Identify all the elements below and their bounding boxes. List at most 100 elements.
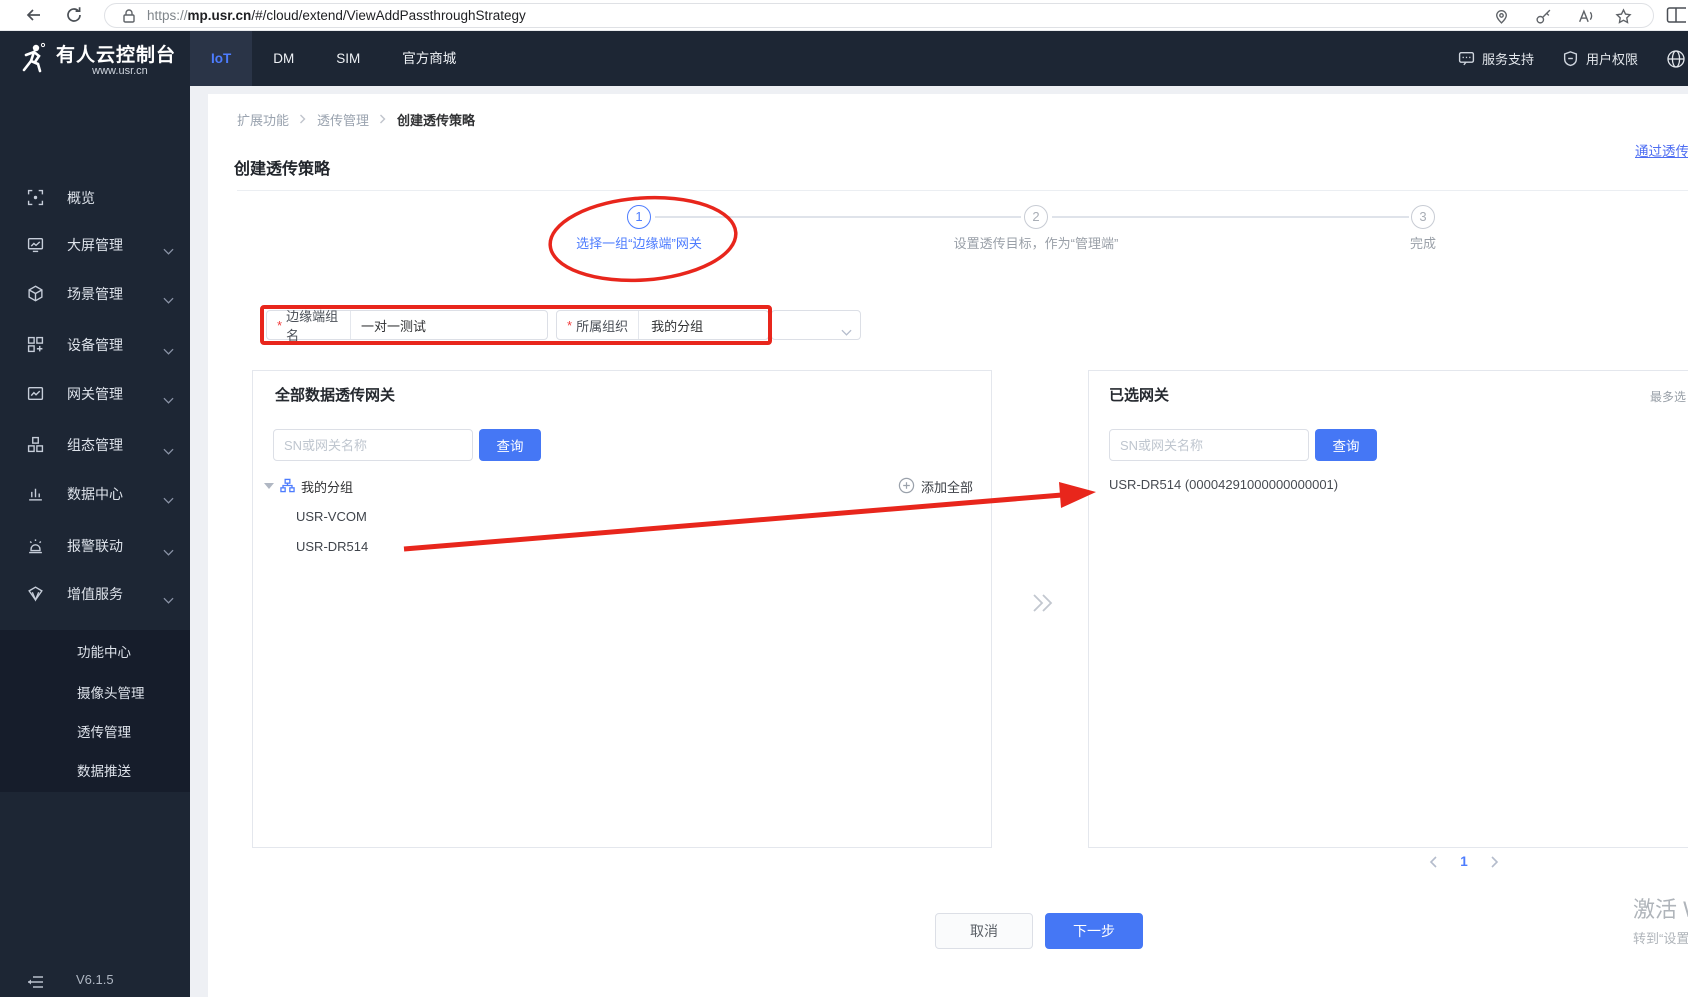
sidebar-item-label: 组态管理 [67,437,123,453]
passthrough-help-link[interactable]: 通过透传 [1635,140,1688,160]
collapse-sidebar-icon[interactable] [26,974,44,990]
user-permissions-label: 用户权限 [1585,52,1638,67]
cancel-button[interactable]: 取消 [935,913,1033,949]
step-2-indicator: 2 [1024,205,1048,229]
next-step-button[interactable]: 下一步 [1045,913,1143,949]
gateway-icon [27,385,44,402]
url-text: https://mp.usr.cn/#/cloud/extend/ViewAdd… [147,8,526,23]
step-3-label: 完成 [1409,236,1436,251]
chat-icon [1458,51,1475,66]
sidebar-item-scene-mgmt[interactable]: 场景管理 [0,274,190,314]
chevron-down-icon [163,442,174,455]
search-button[interactable]: 查询 [479,429,541,461]
next-page-icon[interactable] [1484,851,1506,873]
gateway-item-usr-vcom[interactable]: USR-VCOM [296,509,367,531]
gateway-group-row[interactable]: 我的分组 [253,474,991,498]
selection-limit-hint: 最多选 [1650,390,1687,404]
sidebar-item-label: 数据中心 [67,486,123,502]
organization-tree-icon [280,478,295,493]
favorite-star-icon[interactable] [1615,8,1632,25]
edge-group-name-label: 边缘端组名 [286,309,339,343]
chevron-down-icon [163,391,174,404]
breadcrumb-create-strategy: 创建透传策略 [397,112,476,128]
gateway-item-usr-dr514[interactable]: USR-DR514 [296,539,368,561]
lock-icon [121,8,137,24]
header-right: 服务支持 用户权限 [1458,31,1688,86]
configuration-icon [27,436,44,453]
screen-icon [27,236,44,253]
app-header: 有人云控制台 www.usr.cn IoT DM SIM 官方商城 服务支持 用… [0,31,1688,86]
extra-filter-select[interactable] [771,310,861,340]
organization-field: * 所属组织 我的分组 [556,310,769,340]
selected-gateways-panel: 已选网关 最多选 查询 USR-DR514 (00004291000000000… [1088,370,1688,848]
sidebar-item-screen-mgmt[interactable]: 大屏管理 [0,225,190,265]
chevron-down-icon [163,291,174,304]
tree-caret-icon[interactable] [264,483,274,489]
sidebar-item-device-mgmt[interactable]: 设备管理 [0,325,190,365]
nav-tab-sim[interactable]: SIM [315,31,381,86]
sidebar-item-label: 概览 [67,190,95,206]
sidebar-item-gateway-mgmt[interactable]: 网关管理 [0,374,190,414]
transfer-right-icon[interactable] [1030,592,1054,614]
chevron-down-icon [163,342,174,355]
breadcrumb-extended-functions[interactable]: 扩展功能 [237,110,289,129]
prev-page-icon[interactable] [1422,851,1444,873]
location-pin-icon[interactable] [1493,8,1510,25]
selected-gateway-item[interactable]: USR-DR514 (00004291000000000001) [1109,477,1338,501]
page-title: 创建透传策略 [234,161,331,178]
data-center-icon [27,485,44,502]
logo-subtitle: www.usr.cn [92,65,148,77]
sidebar-item-overview[interactable]: 概览 [0,178,190,218]
required-mark: * [277,317,283,333]
sidebar-item-alarm-linkage[interactable]: 报警联动 [0,526,190,566]
value-added-icon [27,585,44,602]
pagination: 1 [1422,851,1506,873]
organization-select[interactable]: 我的分组 [639,316,768,335]
user-permissions[interactable]: 用户权限 [1562,49,1638,68]
device-icon [27,336,44,353]
search-button[interactable]: 查询 [1315,429,1377,461]
browser-window: https://mp.usr.cn/#/cloud/extend/ViewAdd… [0,0,1688,997]
split-screen-icon[interactable] [1666,5,1688,25]
nav-tab-iot[interactable]: IoT [190,31,253,86]
breadcrumb-passthrough-mgmt[interactable]: 透传管理 [317,110,369,129]
sidebar-item-value-added-services[interactable]: 增值服务 [0,574,190,614]
nav-tab-mall[interactable]: 官方商城 [381,31,477,86]
sidebar-item-data-center[interactable]: 数据中心 [0,474,190,514]
browser-toolbar: https://mp.usr.cn/#/cloud/extend/ViewAdd… [0,0,1688,31]
sidebar: 概览 大屏管理 场景管理 设备管理 网关管理 组态管理 数据中心 报警联动 增值… [0,86,190,997]
required-mark: * [567,317,573,333]
submenu-item-camera-mgmt[interactable]: 摄像头管理 [0,676,190,712]
step-connector [1052,216,1409,218]
service-support-label: 服务支持 [1481,52,1534,67]
activate-windows-watermark: 激活 W [1633,897,1688,922]
edge-group-name-input[interactable] [351,317,547,333]
submenu-item-passthrough-mgmt[interactable]: 透传管理 [0,715,190,751]
breadcrumb: 扩展功能 透传管理 创建透传策略 [237,110,475,128]
app-logo[interactable]: 有人云控制台 www.usr.cn [12,31,190,86]
selected-gateways-title: 已选网关 [1109,387,1170,404]
chevron-down-icon [163,543,174,556]
submenu-item-data-push[interactable]: 数据推送 [0,754,190,790]
nav-tab-dm[interactable]: DM [252,31,315,86]
shield-icon [1563,51,1578,67]
main-nav: IoT DM SIM 官方商城 [190,31,477,86]
language-globe-icon[interactable] [1666,49,1686,69]
chevron-right-icon [299,114,307,124]
gateway-search-input[interactable] [273,429,473,461]
read-aloud-icon[interactable] [1577,8,1594,25]
back-icon[interactable] [24,5,44,25]
url-path: /#/cloud/extend/ViewAddPassthroughStrate… [251,8,526,23]
selected-search-input[interactable] [1109,429,1309,461]
sidebar-item-configuration-mgmt[interactable]: 组态管理 [0,425,190,465]
password-key-icon[interactable] [1535,8,1552,25]
submenu-item-function-center[interactable]: 功能中心 [0,635,190,671]
refresh-icon[interactable] [64,5,84,25]
alarm-icon [27,537,44,554]
page-number[interactable]: 1 [1452,851,1476,873]
service-support[interactable]: 服务支持 [1458,49,1534,68]
version-label: V6.1.5 [76,972,114,987]
sidebar-item-label: 增值服务 [67,586,123,602]
divider [237,190,1688,191]
address-bar[interactable]: https://mp.usr.cn/#/cloud/extend/ViewAdd… [104,3,1654,28]
